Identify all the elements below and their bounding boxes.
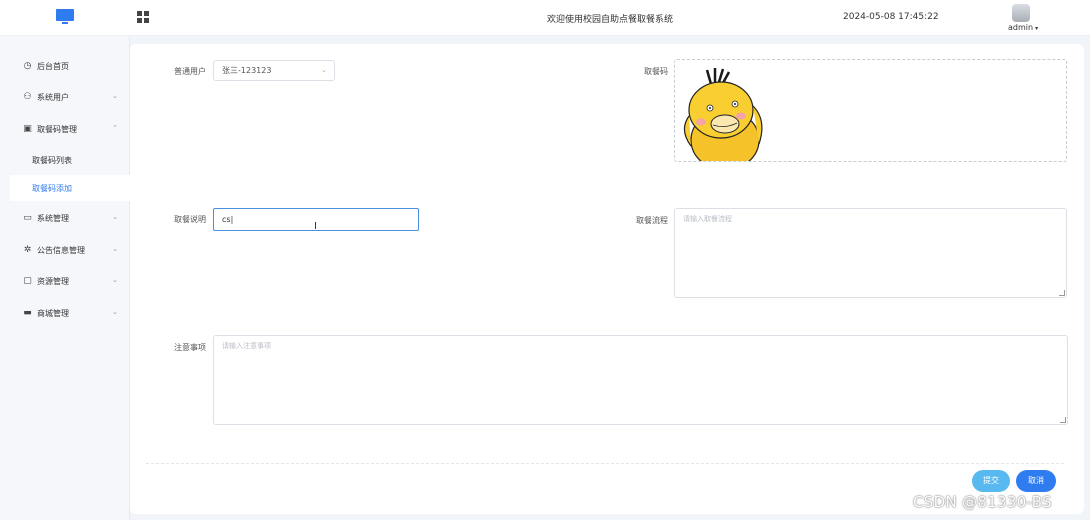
sidebar-item-dashboard[interactable]: ◷ 后台首页 [0,53,130,79]
code-image-upload[interactable] [674,59,1067,162]
desc-label: 取餐说明 [174,215,206,224]
notes-label: 注意事项 [174,343,206,352]
user-icon: ⚇ [23,91,32,102]
psyduck-image [675,60,785,161]
chevron-down-icon: ⌄ [321,66,327,74]
sidebar-item-label: 系统管理 [37,213,69,223]
sidebar-item-pickup-code[interactable]: ▣ 取餐码管理 ⌃ [0,116,130,142]
username[interactable]: admin [1008,23,1033,32]
watermark: CSDN @81330-BS [913,493,1052,511]
user-select[interactable]: 张三-123123 ⌄ [213,60,335,81]
avatar[interactable] [1012,4,1030,22]
process-placeholder: 请输入取餐流程 [683,215,732,223]
user-menu[interactable]: admin ▾ [1008,23,1038,32]
sidebar-item-announcements[interactable]: ✲ 公告信息管理 ⌄ [0,237,130,263]
chevron-down-icon: ⌄ [112,308,118,316]
sidebar-subitem-code-add[interactable]: 取餐码添加 [10,175,130,201]
process-textarea[interactable]: 请输入取餐流程 [674,208,1067,298]
chevron-down-icon: ⌄ [112,276,118,284]
resize-handle-icon[interactable] [1060,417,1066,423]
caret-down-icon[interactable]: ▾ [1035,25,1038,32]
process-label: 取餐流程 [636,216,668,225]
sidebar-item-system-management[interactable]: ▭ 系统管理 ⌄ [0,205,130,231]
clock-icon: ◷ [23,60,32,71]
site-title: 欢迎使用校园自助点餐取餐系统 [546,15,673,25]
broadcast-icon: ✲ [23,244,32,255]
code-label: 取餐码 [644,67,668,76]
notes-textarea[interactable]: 请输入注意事项 [213,335,1068,425]
chevron-up-icon: ⌃ [112,124,118,132]
box-icon: ▣ [23,123,32,134]
monitor-icon: ▢ [23,275,32,286]
notes-placeholder: 请输入注意事项 [222,342,271,350]
sidebar-item-label: 公告信息管理 [37,245,85,255]
sidebar-subitem-code-list[interactable]: 取餐码列表 [0,147,130,173]
sidebar-item-label: 取餐码管理 [37,124,77,134]
sidebar-item-shop[interactable]: ▬ 商城管理 ⌄ [0,300,130,326]
current-datetime: 2024-05-08 17:45:22 [843,12,939,22]
user-select-value: 张三-123123 [222,66,272,75]
sidebar-item-label: 商城管理 [37,308,69,318]
chevron-down-icon: ⌄ [112,213,118,221]
user-label: 普通用户 [174,67,206,76]
cancel-button[interactable]: 取消 [1016,470,1056,492]
chevron-down-icon: ⌄ [112,245,118,253]
chevron-down-icon: ⌄ [112,92,118,100]
sidebar-item-label: 资源管理 [37,276,69,286]
sidebar-item-label: 后台首页 [37,61,69,71]
submit-button[interactable]: 提交 [972,470,1010,492]
resize-handle-icon[interactable] [1059,290,1065,296]
text-cursor-icon: Ⅰ [314,221,317,232]
sidebar: ◷ 后台首页 ⚇ 系统用户 ⌄ ▣ 取餐码管理 ⌃ 取餐码列表 取餐码添加 ▭ … [0,36,130,520]
sidebar-item-label: 取餐码列表 [32,155,72,165]
grid-menu-icon[interactable] [137,11,149,23]
desc-input-value: cs [222,215,231,224]
form-divider [146,463,1064,464]
sidebar-item-system-users[interactable]: ⚇ 系统用户 ⌄ [0,84,130,110]
monitor-logo-icon [56,9,74,25]
folder-icon: ▭ [23,212,32,223]
sidebar-item-label: 取餐码添加 [32,183,72,193]
shop-icon: ▬ [23,307,32,318]
sidebar-item-label: 系统用户 [37,92,69,102]
sidebar-item-resources[interactable]: ▢ 资源管理 ⌄ [0,268,130,294]
top-header: 欢迎使用校园自助点餐取餐系统 2024-05-08 17:45:22 admin… [0,0,1090,36]
